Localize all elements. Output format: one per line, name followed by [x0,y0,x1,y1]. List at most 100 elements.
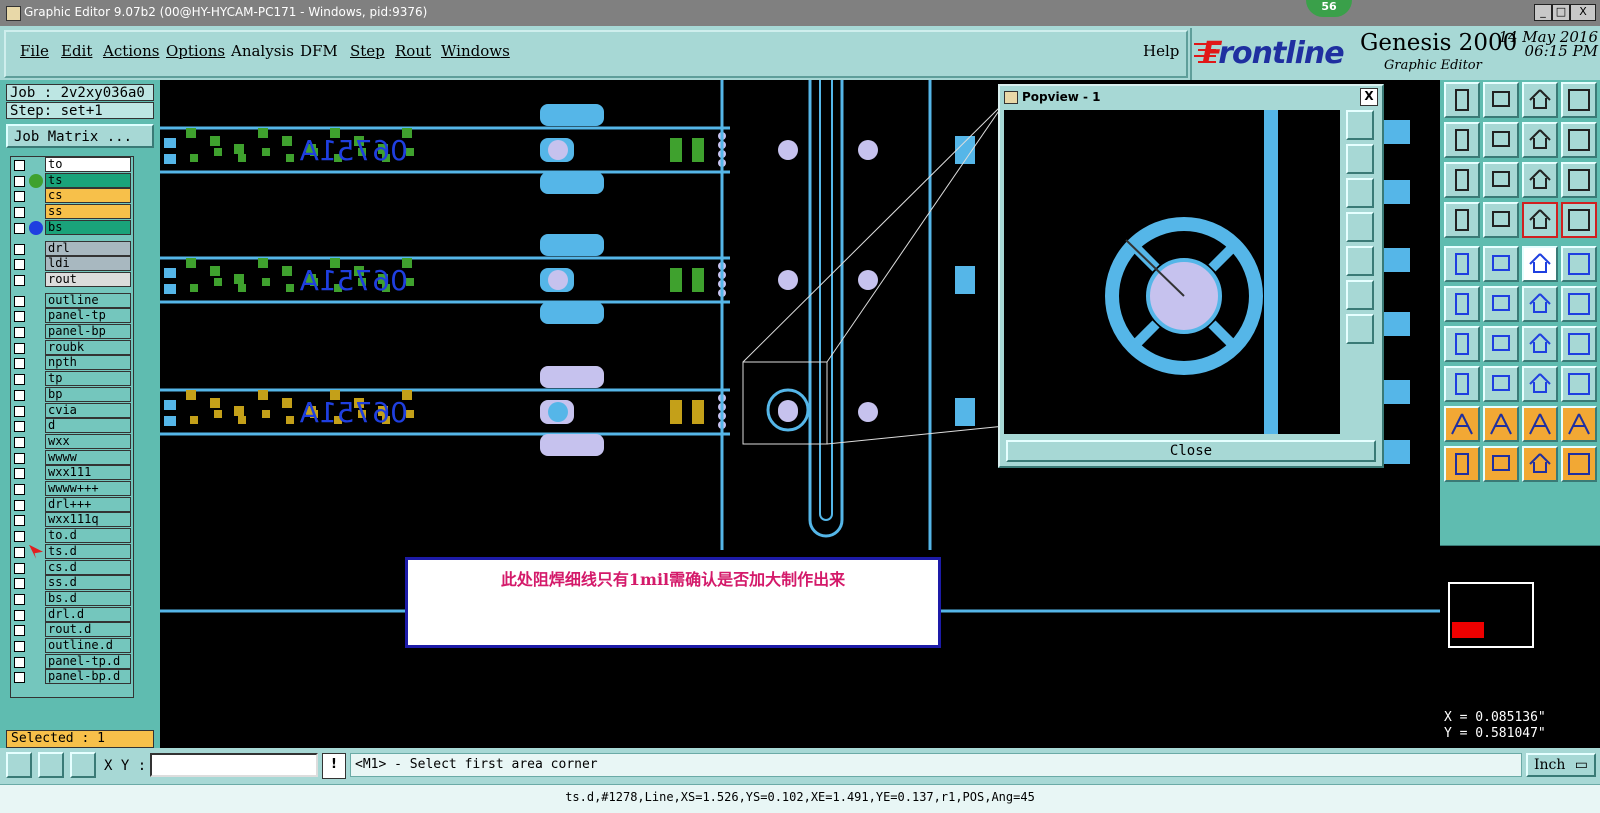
popview-zoom-in-button[interactable] [1346,280,1374,310]
probe-button[interactable] [1483,202,1519,238]
snap-red-2-button[interactable] [1561,202,1597,238]
menu-actions[interactable]: Actions [103,42,159,60]
zoom-window-button[interactable] [1561,82,1597,118]
pan-right-button[interactable] [1483,122,1519,158]
layer-row-outline-d[interactable]: outline.d [11,638,133,654]
layer-checkbox[interactable] [14,484,25,495]
layer-row-ts-d[interactable]: ts.d [11,543,133,560]
ruler-button[interactable] [1522,246,1558,282]
layer-row-cvia[interactable]: cvia [11,402,133,419]
popview-window[interactable]: Popview - 1 X Close [998,84,1384,468]
scale-1-2-button[interactable] [1522,162,1558,198]
layer-row-ss-d[interactable]: ss.d [11,575,133,591]
add-arc-button[interactable] [1561,246,1597,282]
open-job-button[interactable] [1444,82,1480,118]
layer-checkbox[interactable] [14,656,25,668]
rotate-button[interactable] [1522,326,1558,362]
minimize-button[interactable]: _ [1534,4,1552,21]
popview-pan-up-button[interactable] [1346,144,1374,174]
layer-checkbox[interactable] [14,672,25,684]
layer-checkbox[interactable] [14,191,25,203]
layer-row-ts[interactable]: ts [11,172,133,189]
layer-checkbox[interactable] [14,421,25,433]
popview-zoom-fit-button[interactable] [1346,110,1374,140]
layer-checkbox[interactable] [14,436,25,448]
layer-checkbox[interactable] [14,311,25,323]
select-line-button[interactable] [1483,246,1519,282]
layer-checkbox[interactable] [14,593,25,605]
layer-checkbox[interactable] [14,609,25,621]
layer-row-rout[interactable]: rout [11,271,133,288]
layer-row-wwww-[interactable]: wwww+++ [11,481,133,497]
popview-close-icon[interactable]: X [1360,88,1378,106]
layer-checkbox[interactable] [14,499,25,511]
layer-checkbox[interactable] [14,389,25,401]
layer-checkbox[interactable] [14,274,25,286]
connect-button[interactable] [1561,446,1597,482]
maximize-button[interactable]: □ [1552,4,1570,21]
copy-button[interactable] [1522,286,1558,322]
line-button[interactable] [1444,326,1480,362]
resize-button[interactable] [1561,286,1597,322]
menu-file[interactable]: File [20,42,49,60]
layer-checkbox[interactable] [14,641,25,652]
layer-row-drl-[interactable]: drl+++ [11,496,133,513]
select-poly-button[interactable] [1522,446,1558,482]
layer-checkbox[interactable] [14,578,25,590]
layer-checkbox[interactable] [14,405,25,417]
layer-row-d[interactable]: d [11,418,133,434]
unit-select[interactable]: Inch ▭ [1526,753,1596,777]
pan-left-button[interactable] [1444,122,1480,158]
layer-row-outline[interactable]: outline [11,292,133,309]
layer-row-panel-tp-d[interactable]: panel-tp.d [11,653,133,670]
add-surface-button[interactable] [1561,366,1597,402]
menu-edit[interactable]: Edit [61,42,92,60]
select-arrow-button[interactable] [1444,446,1480,482]
snap-red-1-button[interactable] [1522,202,1558,238]
layer-row-ldi[interactable]: ldi [11,256,133,272]
zoom-page-button[interactable] [1483,162,1519,198]
measure-tool-button[interactable] [1444,202,1480,238]
menu-step[interactable]: Step [350,42,385,60]
layer-checkbox[interactable] [14,327,25,338]
snap-angle-button[interactable] [38,752,64,778]
layer-row-panel-bp-d[interactable]: panel-bp.d [11,669,133,685]
layer-checkbox[interactable] [14,222,25,234]
popview-close-button[interactable]: Close [1006,440,1376,462]
layer-row-rout-d[interactable]: rout.d [11,622,133,638]
layer-checkbox[interactable] [14,546,25,558]
snap-center-button[interactable] [1444,366,1480,402]
layer-row-wxx111q[interactable]: wxx111q [11,512,133,528]
overview-panel[interactable] [1440,545,1600,706]
layer-checkbox[interactable] [14,562,25,574]
close-window-button[interactable]: X [1570,4,1596,21]
layer-row-cs-d[interactable]: cs.d [11,559,133,576]
layer-checkbox[interactable] [14,342,25,354]
trace-button[interactable] [1483,366,1519,402]
layer-row-wwww[interactable]: wwww [11,449,133,466]
popview-pan-left-button[interactable] [1346,212,1374,242]
layer-checkbox[interactable] [14,207,25,219]
layer-row-ss[interactable]: ss [11,204,133,220]
layer-checkbox[interactable] [14,625,25,637]
layer-row-bp[interactable]: bp [11,386,133,403]
delete-button[interactable] [1483,286,1519,322]
menu-help[interactable]: Help [1143,42,1179,60]
popview-pan-right-button[interactable] [1346,246,1374,276]
menu-rout[interactable]: Rout [395,42,431,60]
layer-row-bs[interactable]: bs [11,219,133,236]
save-job-button[interactable] [1483,82,1519,118]
layer-row-tp[interactable]: tp [11,371,133,387]
text-a-1-button[interactable] [1444,406,1480,442]
layer-row-cs[interactable]: cs [11,188,133,204]
menu-analysis[interactable]: Analysis [231,42,294,60]
menu-windows[interactable]: Windows [441,42,510,60]
layer-row-panel-bp[interactable]: panel-bp [11,324,133,340]
layer-checkbox[interactable] [14,515,25,527]
stretch-button[interactable] [1522,366,1558,402]
layer-checkbox[interactable] [14,175,25,187]
alert-button[interactable]: ! [322,753,346,779]
layer-checkbox[interactable] [14,468,25,480]
layer-checkbox[interactable] [14,531,25,543]
add-pad-button[interactable] [1444,246,1480,282]
